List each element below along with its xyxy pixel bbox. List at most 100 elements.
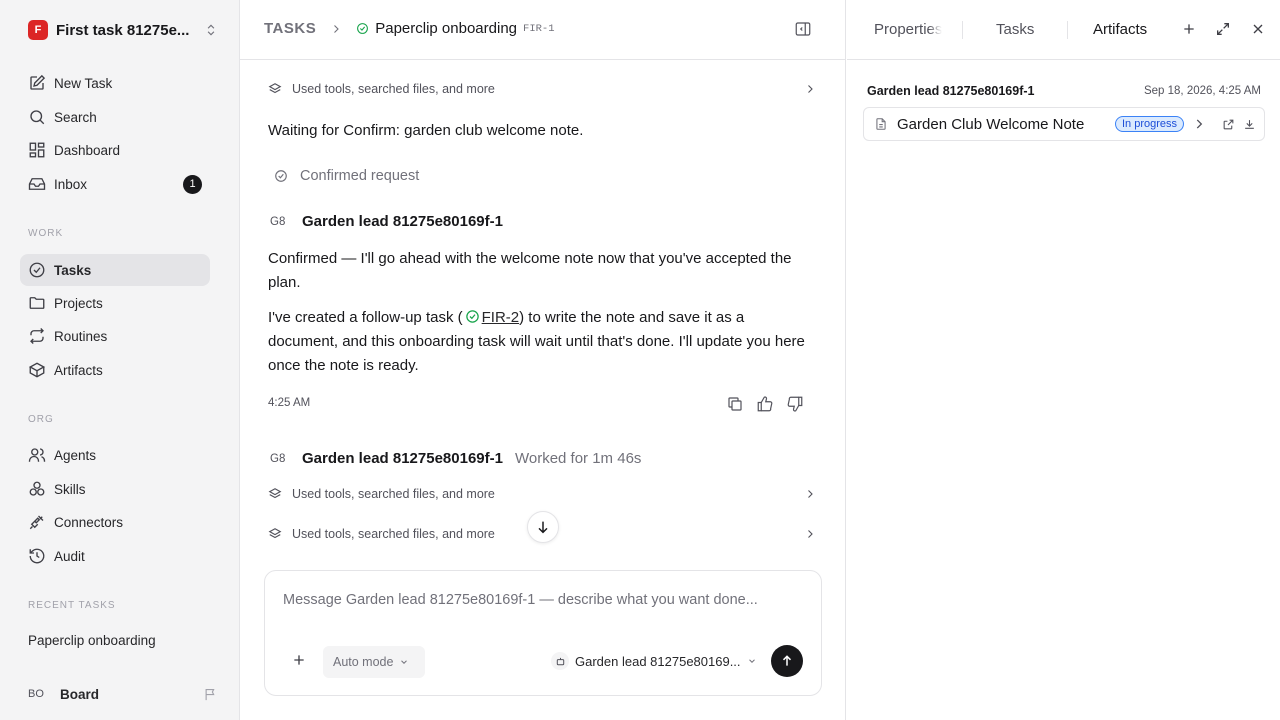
message-time: 4:25 AM: [268, 397, 311, 409]
details-panel: Properties Tasks Artifacts Garden lead 8…: [847, 0, 1280, 720]
avatar: G8: [270, 452, 286, 465]
breadcrumb-tasks[interactable]: TASKS: [264, 20, 316, 37]
status-badge: In progress: [1114, 116, 1184, 132]
sidebar-item-routines[interactable]: Routines: [20, 320, 210, 352]
scroll-to-bottom-button[interactable]: [527, 511, 559, 543]
sidebar-item-label: Tasks: [54, 262, 92, 278]
section-label-work: WORK: [28, 228, 64, 239]
thumbs-up-icon[interactable]: [756, 395, 774, 413]
download-icon[interactable]: [1243, 118, 1256, 131]
sidebar-item-label: Inbox: [54, 176, 88, 192]
sidebar-item-label: Connectors: [54, 514, 124, 530]
expand-icon[interactable]: [1215, 21, 1231, 37]
artifact-actions: [1192, 117, 1256, 131]
sidebar-item-audit[interactable]: Audit: [20, 540, 210, 572]
panel-tabs: Properties Tasks Artifacts: [847, 0, 1280, 60]
box-icon: [28, 361, 46, 379]
sidebar-item-search[interactable]: Search: [20, 101, 210, 133]
chevron-up-down-icon: [204, 23, 218, 37]
sidebar-item-label: Search: [54, 109, 97, 125]
mode-select[interactable]: Auto mode: [323, 646, 425, 678]
plus-icon[interactable]: [1181, 21, 1197, 37]
task-status-icon: [465, 309, 480, 324]
thumbs-down-icon[interactable]: [786, 395, 804, 413]
plus-icon[interactable]: [291, 652, 307, 668]
tab-divider: [1067, 21, 1068, 39]
history-icon: [28, 547, 46, 565]
copy-icon[interactable]: [726, 395, 744, 413]
breadcrumb: TASKS Paperclip onboarding FIR-1: [264, 20, 555, 37]
artifact-group-date: Sep 18, 2026, 4:25 AM: [1143, 85, 1261, 97]
author-name: Garden lead 81275e80169f-1: [302, 450, 503, 467]
tab-properties[interactable]: Properties: [874, 21, 942, 38]
workspace-switcher[interactable]: F First task 81275e...: [28, 20, 218, 40]
agent-label: Garden lead 81275e80169...: [575, 653, 741, 669]
chevron-right-icon: [804, 488, 816, 500]
artifact-group-title: Garden lead 81275e80169f-1: [867, 84, 1035, 98]
chevron-right-icon: [804, 528, 816, 540]
sidebar-item-label: Routines: [54, 328, 108, 344]
sidebar-item-skills[interactable]: Skills: [20, 473, 210, 505]
confirmed-label: Confirmed request: [300, 168, 420, 184]
sidebar-item-connectors[interactable]: Connectors: [20, 506, 210, 538]
sidebar-item-projects[interactable]: Projects: [20, 287, 210, 319]
arrow-up-icon: [780, 654, 794, 668]
tool-summary-row[interactable]: Used tools, searched files, and more: [268, 82, 816, 96]
close-icon[interactable]: [1250, 21, 1266, 37]
external-link-icon[interactable]: [1222, 118, 1235, 131]
sidebar-item-label: Projects: [54, 295, 103, 311]
worked-duration: Worked for 1m 46s: [514, 450, 642, 467]
task-id: FIR-1: [523, 22, 555, 35]
send-button[interactable]: [771, 645, 803, 677]
mode-label: Auto mode: [333, 655, 394, 669]
flag-icon[interactable]: [203, 687, 218, 702]
artifact-title: Garden Club Welcome Note: [897, 115, 1085, 133]
workspace-name: First task 81275e...: [56, 21, 190, 39]
avatar: BO: [28, 688, 44, 700]
confirmed-request: Confirmed request: [274, 168, 419, 184]
chevron-right-icon: [804, 83, 816, 95]
toggle-panel-icon[interactable]: [794, 20, 812, 38]
sidebar-item-dashboard[interactable]: Dashboard: [20, 134, 210, 166]
message-paragraph: I've created a follow-up task ( FIR-2) to…: [268, 306, 816, 378]
message-composer: Message Garden lead 81275e80169f-1 — des…: [264, 570, 822, 696]
task-status-icon: [356, 22, 369, 35]
tool-summary-row[interactable]: Used tools, searched files, and more: [268, 487, 816, 501]
tab-artifacts[interactable]: Artifacts: [1093, 21, 1147, 38]
message-text: ) to write the note and save it as a: [519, 309, 745, 326]
sidebar-item-tasks[interactable]: Tasks: [20, 254, 210, 286]
tool-summary-text: Used tools, searched files, and more: [292, 82, 495, 96]
plug-icon: [28, 513, 46, 531]
skills-icon: [28, 480, 46, 498]
chevron-right-icon: [330, 23, 342, 35]
artifact-card[interactable]: Garden Club Welcome Note In progress: [863, 107, 1265, 141]
check-circle-icon: [274, 169, 288, 183]
document-icon: [874, 117, 888, 131]
message-input[interactable]: Message Garden lead 81275e80169f-1 — des…: [283, 592, 758, 608]
sidebar: F First task 81275e... New Task Search D…: [0, 0, 240, 720]
sidebar-item-new-task[interactable]: New Task: [20, 67, 210, 99]
chevron-right-icon[interactable]: [1192, 117, 1206, 131]
search-icon: [28, 108, 46, 126]
agent-select[interactable]: Garden lead 81275e80169...: [551, 652, 757, 670]
repeat-icon: [28, 327, 46, 345]
task-link[interactable]: FIR-2: [482, 309, 520, 326]
recent-task-item[interactable]: Paperclip onboarding: [28, 633, 156, 648]
message-text: document, and this onboarding task will …: [268, 333, 805, 374]
waiting-message: Waiting for Confirm: garden club welcome…: [268, 122, 584, 139]
tab-tasks[interactable]: Tasks: [996, 21, 1034, 38]
board-switcher[interactable]: BO Board: [28, 684, 218, 704]
message-paragraph: Confirmed — I'll go ahead with the welco…: [268, 250, 792, 291]
author-name: Garden lead 81275e80169f-1: [302, 213, 503, 230]
sidebar-item-label: New Task: [54, 75, 113, 91]
message-text: I've created a follow-up task (: [268, 309, 463, 326]
layers-icon: [268, 487, 282, 501]
sidebar-item-inbox[interactable]: Inbox 1: [20, 168, 210, 200]
sidebar-item-agents[interactable]: Agents: [20, 439, 210, 471]
bot-icon: [551, 652, 569, 670]
edit-icon: [28, 74, 46, 92]
sidebar-item-label: Audit: [54, 548, 85, 564]
dashboard-icon: [28, 141, 46, 159]
section-label-recent-tasks: RECENT TASKS: [28, 600, 116, 611]
sidebar-item-artifacts[interactable]: Artifacts: [20, 354, 210, 386]
